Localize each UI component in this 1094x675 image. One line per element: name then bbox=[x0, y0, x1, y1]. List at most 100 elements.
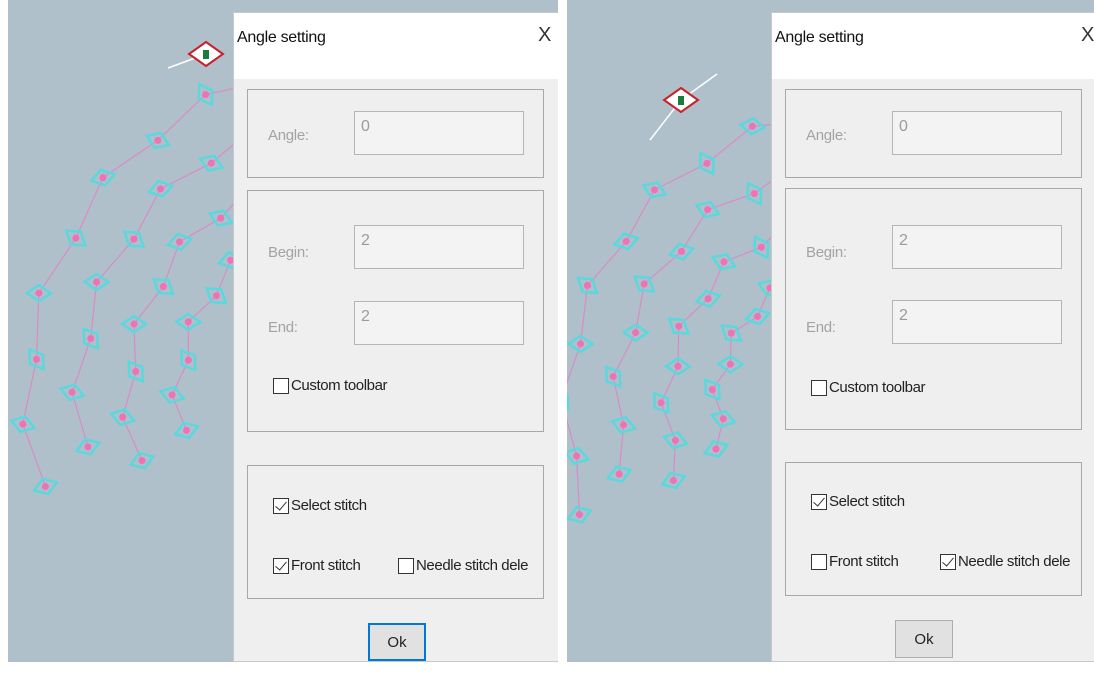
selected-stitch-point bbox=[678, 96, 684, 105]
angle-field[interactable]: 0 bbox=[354, 111, 524, 155]
stitch-marker bbox=[632, 275, 656, 293]
close-button[interactable]: X bbox=[1081, 25, 1094, 45]
angle-label: Angle: bbox=[268, 127, 309, 144]
stitch-marker bbox=[108, 408, 137, 427]
checkbox-label: Custom toolbar bbox=[829, 379, 926, 396]
stitch-marker bbox=[703, 378, 721, 402]
begin-label: Begin: bbox=[806, 244, 847, 261]
checkbox-box bbox=[273, 557, 289, 574]
stitch-marker bbox=[641, 181, 668, 199]
stitch-marker bbox=[9, 415, 37, 434]
dialog-body: Angle: 0 Begin: 2 End: 2 Custom toolbar … bbox=[234, 79, 558, 661]
stitch-marker bbox=[58, 383, 86, 402]
stitch-marker bbox=[746, 181, 763, 206]
stitch-marker bbox=[698, 151, 716, 176]
stitch-marker bbox=[694, 200, 721, 219]
stitch-marker bbox=[567, 387, 570, 411]
selected-stitch[interactable] bbox=[649, 73, 718, 141]
stitch-options-group: Select stitch Front stitch Needle stitch… bbox=[247, 465, 544, 599]
checkbox-label: Select stitch bbox=[829, 493, 905, 510]
select-stitch-checkbox[interactable]: Select stitch bbox=[811, 493, 905, 510]
stitch-marker bbox=[710, 253, 738, 271]
front-stitch-checkbox[interactable]: Front stitch bbox=[811, 553, 899, 570]
stitch-marker bbox=[64, 229, 88, 247]
range-group: Begin: 2 End: 2 Custom toolbar bbox=[247, 190, 544, 432]
stitch-marker bbox=[197, 82, 214, 107]
begin-field[interactable]: 2 bbox=[354, 225, 524, 269]
stitch-marker bbox=[152, 277, 175, 296]
stitch-marker bbox=[207, 209, 234, 227]
checkbox-label: Select stitch bbox=[291, 497, 367, 514]
stitch-marker bbox=[158, 385, 186, 404]
stitch-marker bbox=[89, 168, 117, 187]
ok-button[interactable]: Ok bbox=[895, 620, 953, 658]
select-stitch-checkbox[interactable]: Select stitch bbox=[273, 497, 367, 514]
stitch-marker bbox=[743, 307, 772, 326]
checkbox-box bbox=[811, 553, 827, 570]
range-group: Begin: 2 End: 2 Custom toolbar bbox=[785, 188, 1082, 430]
stitch-marker bbox=[146, 179, 175, 199]
stitch-marker bbox=[660, 471, 687, 490]
needle-stitch-delete-checkbox[interactable]: Needle stitch dele bbox=[398, 557, 528, 574]
checkbox-box bbox=[811, 493, 827, 510]
stitch-marker bbox=[652, 391, 670, 415]
close-button[interactable]: X bbox=[538, 25, 551, 45]
end-label: End: bbox=[268, 319, 298, 336]
left-panel: Angle setting X Angle: 0 Begin: 2 End: 2… bbox=[8, 0, 558, 662]
checkbox-box bbox=[273, 377, 289, 394]
stitch-marker bbox=[661, 431, 690, 450]
dialog-title: Angle setting bbox=[237, 29, 326, 46]
stitch-marker bbox=[31, 477, 59, 496]
stitch-marker bbox=[621, 323, 650, 343]
angle-setting-dialog: Angle setting X Angle: 0 Begin: 2 End: 2… bbox=[771, 12, 1094, 662]
angle-setting-dialog: Angle setting X Angle: 0 Begin: 2 End: 2… bbox=[233, 12, 558, 662]
begin-field[interactable]: 2 bbox=[892, 225, 1062, 269]
checkbox-box bbox=[811, 379, 827, 396]
angle-group: Angle: 0 bbox=[785, 89, 1082, 178]
checkbox-label: Front stitch bbox=[829, 553, 899, 570]
begin-label: Begin: bbox=[268, 244, 309, 261]
right-panel: Angle setting X Angle: 0 Begin: 2 End: 2… bbox=[567, 0, 1094, 662]
stitch-options-group: Select stitch Front stitch Needle stitch… bbox=[785, 462, 1082, 596]
angle-label: Angle: bbox=[806, 127, 847, 144]
angle-group: Angle: 0 bbox=[247, 89, 544, 178]
stitch-marker bbox=[576, 276, 599, 295]
stitch-marker bbox=[709, 409, 737, 428]
checkbox-box bbox=[273, 497, 289, 514]
stitch-marker bbox=[609, 415, 638, 434]
stitch-marker bbox=[567, 446, 591, 466]
dialog-title: Angle setting bbox=[775, 29, 864, 46]
needle-stitch-delete-checkbox[interactable]: Needle stitch dele bbox=[940, 553, 1070, 570]
ok-button[interactable]: Ok bbox=[368, 623, 426, 661]
checkbox-label: Front stitch bbox=[291, 557, 361, 574]
stitch-marker bbox=[74, 437, 102, 456]
stitch-marker bbox=[604, 365, 622, 389]
stitch-marker bbox=[82, 326, 100, 351]
selected-stitch[interactable] bbox=[167, 40, 225, 69]
end-field[interactable]: 2 bbox=[892, 300, 1062, 344]
checkbox-label: Custom toolbar bbox=[291, 377, 388, 394]
stitch-marker bbox=[738, 116, 767, 136]
front-stitch-checkbox[interactable]: Front stitch bbox=[273, 557, 361, 574]
angle-field[interactable]: 0 bbox=[892, 111, 1062, 155]
stitch-marker bbox=[144, 131, 172, 150]
checkbox-label: Needle stitch dele bbox=[958, 553, 1071, 570]
checkbox-label: Needle stitch dele bbox=[416, 557, 529, 574]
stitch-marker bbox=[612, 232, 640, 251]
checkbox-box bbox=[940, 553, 956, 570]
stitch-marker bbox=[702, 440, 730, 458]
stitch-marker bbox=[173, 421, 200, 440]
stitch-marker bbox=[567, 334, 595, 354]
stitch-marker bbox=[165, 232, 194, 252]
end-label: End: bbox=[806, 319, 836, 336]
custom-toolbar-checkbox[interactable]: Custom toolbar bbox=[811, 379, 926, 396]
stitch-marker bbox=[694, 289, 722, 308]
selected-stitch-point bbox=[203, 50, 209, 59]
custom-toolbar-checkbox[interactable]: Custom toolbar bbox=[273, 377, 388, 394]
stitch-marker bbox=[605, 465, 633, 484]
stitch-marker bbox=[567, 505, 593, 524]
checkbox-box bbox=[398, 557, 414, 574]
stitch-marker bbox=[128, 451, 156, 470]
stitch-marker bbox=[122, 230, 146, 248]
end-field[interactable]: 2 bbox=[354, 301, 524, 345]
